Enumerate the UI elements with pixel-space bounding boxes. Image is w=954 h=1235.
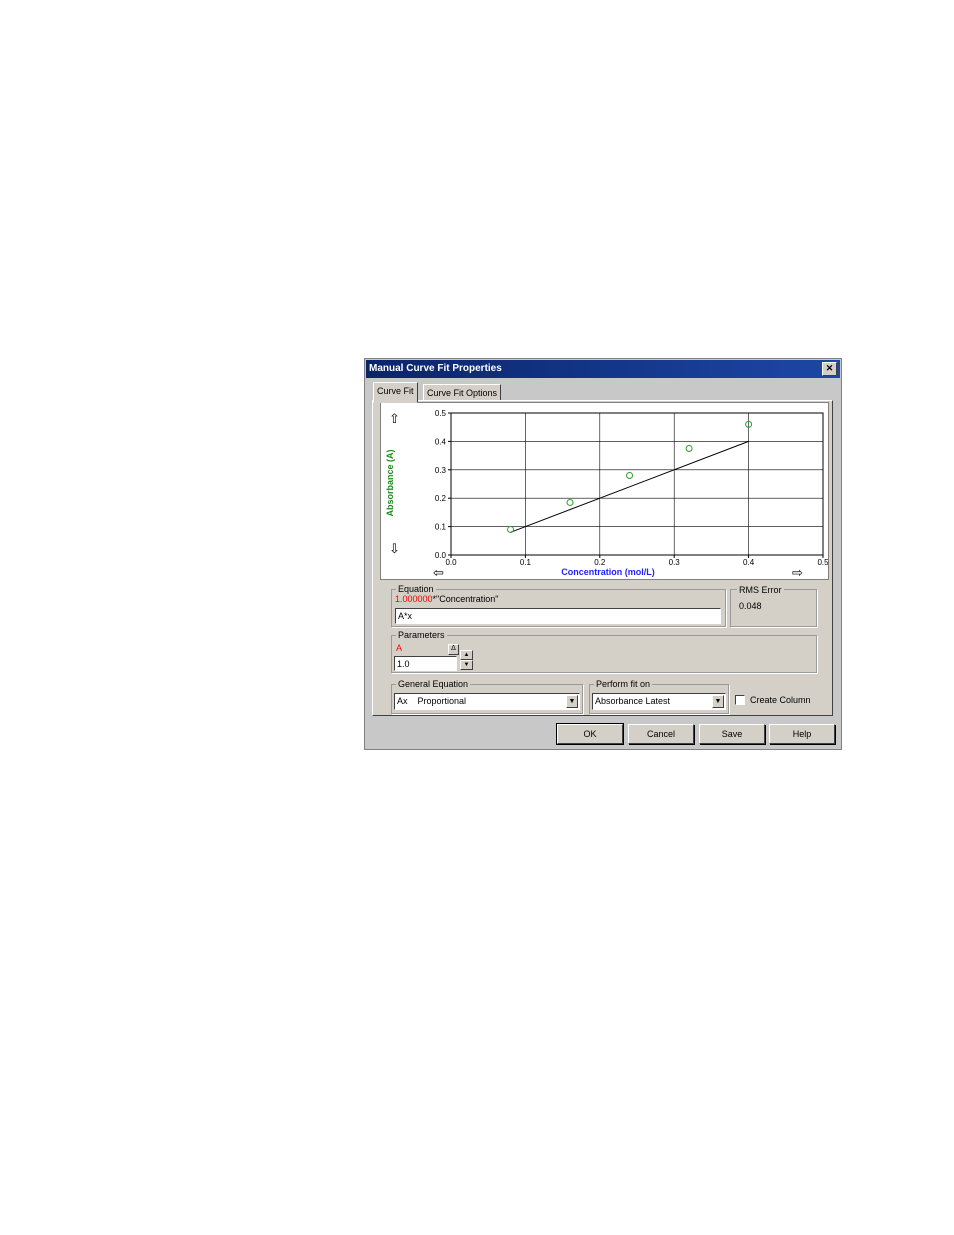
- y-axis-label: Absorbance (A): [385, 449, 395, 516]
- x-tick-label: 0.4: [743, 558, 755, 567]
- ok-button[interactable]: OK: [556, 723, 624, 745]
- y-tick-label: 0.2: [435, 494, 447, 503]
- y-tick-label: 0.4: [435, 437, 447, 446]
- cancel-button[interactable]: Cancel: [628, 724, 694, 744]
- chevron-down-icon[interactable]: ▼: [712, 695, 724, 708]
- window-title: Manual Curve Fit Properties: [369, 363, 502, 374]
- rms-error-group: RMS Error 0.048: [730, 584, 817, 627]
- curve-fit-chart: 0.0 0.1 0.2 0.3 0.4 0.5 0.0 0.1 0.2 0.3 0.4 0.5 Con…: [385, 409, 829, 580]
- rms-error-label: RMS Error: [737, 584, 784, 596]
- x-tick-label: 0.1: [520, 558, 532, 567]
- graph-area: 0.0 0.1 0.2 0.3 0.4 0.5 0.0 0.1 0.2 0.3 0.4 0.5 Con…: [380, 402, 829, 580]
- help-button[interactable]: Help: [769, 724, 835, 744]
- scale-left-icon[interactable]: ⇦: [433, 565, 444, 580]
- manual-curve-fit-dialog: Manual Curve Fit Properties ✕ Curve Fit …: [364, 358, 842, 750]
- x-tick-label: 0.2: [594, 558, 606, 567]
- x-tick-label: 0.5: [817, 558, 828, 567]
- equation-input[interactable]: A*x: [395, 608, 721, 624]
- general-equation-select[interactable]: Ax Proportional ▼: [394, 693, 580, 710]
- parameters-label: Parameters: [396, 629, 447, 641]
- general-equation-name: Proportional: [417, 696, 467, 706]
- equation-group: Equation 1.000000*"Concentration" A*x: [391, 583, 726, 627]
- curve-fit-panel: 0.0 0.1 0.2 0.3 0.4 0.5 0.0 0.1 0.2 0.3 0.4 0.5 Con…: [372, 400, 833, 716]
- chevron-down-icon[interactable]: ▼: [566, 695, 578, 708]
- general-equation-label: General Equation: [396, 678, 471, 690]
- equation-coefficient: 1.000000: [395, 594, 433, 604]
- parameter-down-button[interactable]: ▼: [460, 660, 473, 670]
- scale-down-icon[interactable]: ⇩: [389, 541, 400, 556]
- parameters-group: Parameters A Δ 1.0 ▲ ▼: [391, 629, 817, 673]
- x-tick-label: 0.3: [669, 558, 681, 567]
- y-tick-label: 0.1: [435, 523, 447, 532]
- delta-button[interactable]: Δ: [448, 644, 459, 655]
- create-column-checkbox[interactable]: [735, 695, 745, 705]
- parameter-name: A: [396, 643, 403, 653]
- perform-fit-value: Absorbance Latest: [595, 696, 671, 706]
- parameter-up-button[interactable]: ▲: [460, 650, 473, 660]
- x-axis-label: Concentration (mol/L): [561, 567, 655, 577]
- y-tick-label: 0.3: [435, 466, 447, 475]
- perform-fit-label: Perform fit on: [594, 678, 653, 690]
- x-tick-label: 0.0: [445, 558, 457, 567]
- general-equation-code: Ax: [397, 696, 408, 706]
- equation-display: 1.000000*"Concentration": [395, 593, 498, 605]
- perform-fit-select[interactable]: Absorbance Latest ▼: [592, 693, 726, 710]
- close-button[interactable]: ✕: [822, 362, 837, 376]
- y-tick-label: 0.0: [435, 551, 447, 560]
- general-equation-group: General Equation Ax Proportional ▼: [391, 678, 583, 714]
- create-column-label: Create Column: [750, 695, 811, 705]
- rms-error-value: 0.048: [739, 601, 762, 611]
- y-tick-label: 0.5: [435, 409, 447, 418]
- equation-rest: *"Concentration": [432, 594, 499, 604]
- tab-curve-fit[interactable]: Curve Fit: [373, 382, 418, 403]
- scale-right-icon[interactable]: ⇨: [792, 565, 803, 580]
- save-button[interactable]: Save: [699, 724, 765, 744]
- scale-up-icon[interactable]: ⇧: [389, 411, 400, 426]
- perform-fit-group: Perform fit on Absorbance Latest ▼: [589, 678, 729, 714]
- parameter-value-input[interactable]: 1.0: [394, 656, 457, 671]
- title-bar[interactable]: Manual Curve Fit Properties ✕: [366, 360, 840, 378]
